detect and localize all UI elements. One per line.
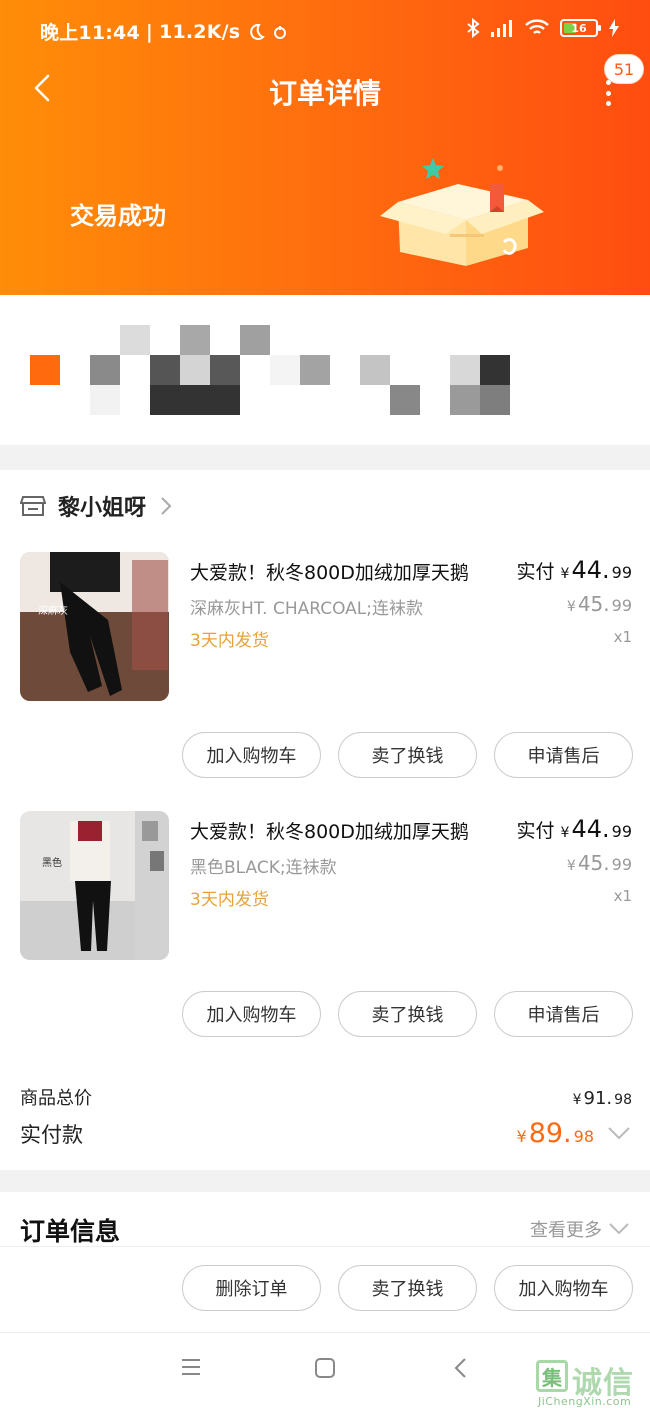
product-thumbnail[interactable]: 黑色	[20, 811, 169, 960]
resell-button[interactable]: 卖了换钱	[338, 991, 477, 1037]
item-quantity: x1	[613, 628, 632, 646]
back-key-icon[interactable]	[452, 1357, 470, 1379]
price-integer: 44.	[571, 556, 610, 584]
chevron-right-icon	[161, 497, 172, 515]
svg-text:深麻灰: 深麻灰	[38, 604, 68, 617]
status-left: 晚上11:44 | 11.2K/s	[40, 18, 288, 45]
price-integer: 89.	[528, 1118, 572, 1149]
product-title[interactable]: 大爱款！秋冬800D加绒加厚天鹅	[190, 558, 510, 585]
currency-symbol: ¥	[516, 1127, 527, 1146]
product-sku: 深麻灰HT. CHARCOAL;连袜款	[190, 599, 423, 619]
currency-symbol: ¥	[560, 566, 570, 582]
address-card[interactable]	[0, 295, 650, 445]
order-item: 黑色 大爱款！秋冬800D加绒加厚天鹅 黑色BLACK;连袜款 3天内发货 实付…	[0, 811, 650, 1071]
resell-button[interactable]: 卖了换钱	[338, 732, 477, 778]
system-status-bar: 晚上11:44 | 11.2K/s 16	[0, 0, 650, 60]
paid-total-label: 实付款	[20, 1123, 83, 1147]
price-integer: 44.	[571, 815, 610, 843]
paid-total-row[interactable]: 实付款 ¥ 89. 98	[20, 1118, 632, 1149]
add-to-cart-button[interactable]: 加入购物车	[182, 732, 321, 778]
original-price: ¥ 45. 99	[567, 851, 632, 875]
shipping-promise: 3天内发货	[190, 890, 269, 910]
price-decimal: 99	[611, 596, 632, 615]
product-sku: 黑色BLACK;连袜款	[190, 858, 337, 878]
order-action-buttons: 删除订单 卖了换钱 加入购物车	[182, 1265, 633, 1311]
more-dot	[605, 101, 611, 106]
delivered-box-illustration	[380, 158, 544, 266]
more-dot	[605, 90, 611, 96]
moon-icon	[250, 23, 266, 40]
delete-order-button[interactable]: 删除订单	[182, 1265, 321, 1311]
wifi-icon	[525, 19, 549, 34]
chevron-down-icon[interactable]	[606, 1124, 632, 1142]
order-items-card: 黎小姐呀 深麻灰 大爱款！秋冬800D加绒加厚天鹅 深麻灰HT. CHARCOA…	[0, 470, 650, 1170]
message-count-badge[interactable]: 51	[604, 54, 644, 84]
status-right: 16	[466, 18, 620, 38]
see-more-label: 查看更多	[530, 1220, 602, 1241]
menu-key-icon[interactable]	[180, 1357, 202, 1377]
see-more-link[interactable]: 查看更多	[530, 1216, 630, 1242]
item-quantity: x1	[613, 887, 632, 905]
paid-price: 实付 ¥ 44. 99	[517, 815, 632, 843]
notification-app-icon	[274, 25, 287, 39]
shop-name: 黎小姐呀	[58, 496, 147, 521]
paid-price: 实付 ¥ 44. 99	[517, 556, 632, 584]
goods-total-row: 商品总价 ¥ 91. 98	[20, 1084, 632, 1110]
signal-icon	[491, 20, 512, 37]
shop-header[interactable]: 黎小姐呀	[20, 490, 174, 522]
item-action-buttons: 加入购物车 卖了换钱 申请售后	[182, 991, 633, 1037]
price-decimal: 99	[611, 563, 632, 582]
currency-symbol: ¥	[560, 825, 570, 841]
chevron-down-icon	[609, 1223, 629, 1235]
after-sales-button[interactable]: 申请售后	[494, 991, 633, 1037]
store-icon	[20, 496, 46, 516]
bottom-action-bar: 删除订单 卖了换钱 加入购物车	[0, 1246, 650, 1332]
add-to-cart-button[interactable]: 加入购物车	[494, 1265, 633, 1311]
pixelated-address-content	[30, 325, 510, 415]
watermark-logo: 集	[536, 1360, 568, 1392]
watermark-url: JiChengXin.com	[538, 1395, 632, 1408]
status-time: 晚上11:44	[40, 22, 140, 44]
add-to-cart-button[interactable]: 加入购物车	[182, 991, 321, 1037]
resell-button[interactable]: 卖了换钱	[338, 1265, 477, 1311]
order-status-text: 交易成功	[70, 202, 166, 230]
currency-symbol: ¥	[566, 858, 576, 874]
order-item: 深麻灰 大爱款！秋冬800D加绒加厚天鹅 深麻灰HT. CHARCOAL;连袜款…	[0, 552, 650, 812]
price-integer: 45.	[577, 592, 610, 616]
home-key-icon[interactable]	[314, 1357, 336, 1379]
paid-label: 实付	[516, 820, 555, 842]
price-decimal: 99	[611, 855, 632, 874]
status-divider: |	[145, 20, 154, 43]
price-decimal: 99	[611, 822, 632, 841]
currency-symbol: ¥	[566, 599, 576, 615]
price-decimal: 98	[573, 1127, 594, 1146]
order-info-title: 订单信息	[20, 1217, 121, 1246]
currency-symbol: ¥	[572, 1092, 582, 1108]
price-integer: 91.	[583, 1088, 613, 1109]
goods-total-value: ¥ 91. 98	[573, 1088, 632, 1109]
battery-level: 16	[571, 21, 587, 35]
paid-total-value: ¥ 89. 98	[517, 1118, 633, 1149]
goods-total-label: 商品总价	[20, 1088, 92, 1109]
price-decimal: 98	[614, 1092, 632, 1108]
product-title[interactable]: 大爱款！秋冬800D加绒加厚天鹅	[190, 817, 510, 844]
order-status-header: 晚上11:44 | 11.2K/s 16 订单详情 51 交易成功	[0, 0, 650, 295]
after-sales-button[interactable]: 申请售后	[494, 732, 633, 778]
battery-icon: 16	[560, 19, 601, 37]
page-title: 订单详情	[268, 77, 381, 110]
product-thumbnail[interactable]: 深麻灰	[20, 552, 169, 701]
charging-icon	[609, 19, 619, 37]
item-action-buttons: 加入购物车 卖了换钱 申请售后	[182, 732, 633, 778]
shipping-promise: 3天内发货	[190, 631, 269, 651]
status-net-speed: 11.2K/s	[159, 20, 241, 43]
paid-label: 实付	[516, 561, 555, 583]
price-integer: 45.	[577, 851, 610, 875]
svg-text:黑色: 黑色	[42, 856, 62, 869]
original-price: ¥ 45. 99	[567, 592, 632, 616]
bluetooth-icon	[467, 18, 480, 38]
